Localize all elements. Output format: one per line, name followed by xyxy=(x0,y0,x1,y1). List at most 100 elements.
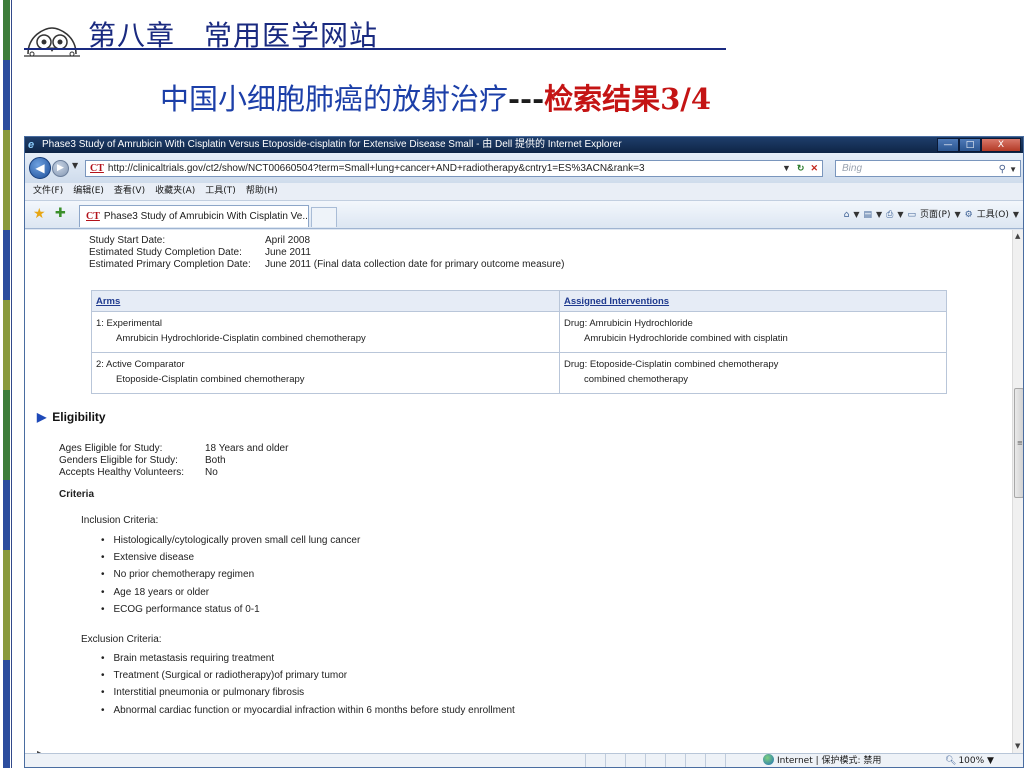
strip-block xyxy=(3,480,10,550)
status-sep xyxy=(625,754,645,767)
tools-dropdown-icon[interactable]: ▼ xyxy=(1013,207,1019,223)
date-value: June 2011 (Final data collection date fo… xyxy=(265,259,565,270)
date-row: Study Start Date: April 2008 xyxy=(89,235,564,247)
arm-detail: Etoposide-Cisplatin combined chemotherap… xyxy=(116,374,305,385)
status-sep xyxy=(725,754,745,767)
eligibility-value: 18 Years and older xyxy=(205,443,289,454)
chapter-underline xyxy=(24,48,726,50)
interventions-header-link[interactable]: Assigned Interventions xyxy=(564,296,669,307)
search-icon[interactable]: ⚲ xyxy=(999,162,1006,177)
search-input[interactable]: Bing ⚲ ▼ xyxy=(835,160,1021,177)
menu-edit[interactable]: 编辑(E) xyxy=(73,183,104,200)
list-item: ECOG performance status of 0-1 xyxy=(101,601,360,618)
eligibility-label: Accepts Healthy Volunteers: xyxy=(59,467,185,478)
window-title: Phase3 Study of Amrubicin With Cisplatin… xyxy=(42,139,622,150)
ie-logo-icon: e xyxy=(28,139,35,151)
history-dropdown-icon[interactable]: ▼ xyxy=(72,161,78,170)
add-favorite-icon[interactable]: ✚ xyxy=(55,206,66,222)
menu-bar: 文件(F) 编辑(E) 查看(V) 收藏夹(A) 工具(T) 帮助(H) xyxy=(25,183,1023,201)
menu-view[interactable]: 查看(V) xyxy=(114,183,145,200)
criteria-label: Criteria xyxy=(59,489,95,500)
list-item: No prior chemotherapy regimen xyxy=(101,566,360,583)
print-dropdown-icon[interactable]: ▼ xyxy=(897,207,903,223)
feeds-icon[interactable]: ▤ xyxy=(864,207,873,223)
intervention-detail: combined chemotherapy xyxy=(584,374,689,385)
status-sep xyxy=(645,754,665,767)
ct-favicon: CT xyxy=(86,211,100,222)
slide-subtitle: 中国小细胞肺癌的放射治疗---检索结果3/4 xyxy=(160,76,711,118)
new-tab-button[interactable] xyxy=(311,207,337,227)
url-dropdown-icon[interactable]: ▼ xyxy=(782,161,791,176)
inclusion-list: Histologically/cytologically proven smal… xyxy=(101,532,361,618)
grip-icon: ≡ xyxy=(1017,439,1023,447)
eligibility-row: Genders Eligible for Study: Both xyxy=(59,455,288,467)
list-item: Abnormal cardiac function or myocardial … xyxy=(101,702,515,719)
date-value: June 2011 xyxy=(265,247,311,258)
menu-tools[interactable]: 工具(T) xyxy=(205,183,236,200)
date-label: Estimated Study Completion Date: xyxy=(89,247,242,258)
search-dropdown-icon[interactable]: ▼ xyxy=(1009,162,1017,177)
strip-block xyxy=(3,390,10,480)
menu-help[interactable]: 帮助(H) xyxy=(246,183,278,200)
url-input[interactable]: CT http://clinicaltrials.gov/ct2/show/NCT… xyxy=(85,160,823,177)
close-button[interactable]: X xyxy=(981,138,1021,152)
page-dropdown-icon[interactable]: ▼ xyxy=(955,207,961,223)
date-value: April 2008 xyxy=(265,235,311,246)
arms-table: Arms Assigned Interventions 1: Experimen… xyxy=(91,290,947,394)
command-bar: ⌂ ▼ ▤ ▼ ⎙ ▼ ▭ 页面(P) ▼ ⚙ 工具(O) ▼ xyxy=(844,207,1019,223)
security-zone[interactable]: Internet | 保护模式: 禁用 xyxy=(763,754,881,767)
intervention-name: Drug: Amrubicin Hydrochloride xyxy=(564,318,693,329)
feeds-dropdown-icon[interactable]: ▼ xyxy=(876,207,882,223)
page-content: Study Start Date: April 2008 Estimated St… xyxy=(25,230,1012,753)
window-controls: — □ X xyxy=(937,138,1021,152)
status-sep xyxy=(585,754,605,767)
vertical-scrollbar[interactable]: ▲ ≡ ▼ xyxy=(1012,230,1023,753)
subtitle-main: 中国小细胞肺癌的放射治疗 xyxy=(160,82,509,116)
arm-name: 1: Experimental xyxy=(96,318,163,329)
minimize-button[interactable]: — xyxy=(937,138,959,152)
address-bar: ◀ ▶ ▼ CT http://clinicaltrials.gov/ct2/sh… xyxy=(25,153,1023,183)
refresh-icon[interactable]: ↻ xyxy=(797,161,805,176)
status-sep xyxy=(605,754,625,767)
intervention-name: Drug: Etoposide-Cisplatin combined chemo… xyxy=(564,359,779,370)
arms-header-link[interactable]: Arms xyxy=(96,296,120,307)
tools-menu[interactable]: 工具(O) xyxy=(977,207,1009,223)
eligibility-label: Ages Eligible for Study: xyxy=(59,443,163,454)
date-label: Estimated Primary Completion Date: xyxy=(89,259,251,270)
favorites-star-icon[interactable]: ★ xyxy=(33,206,46,222)
stop-icon[interactable]: ✕ xyxy=(810,161,818,176)
window-titlebar[interactable]: e Phase3 Study of Amrubicin With Cisplat… xyxy=(25,137,1023,153)
eligibility-row: Ages Eligible for Study: 18 Years and old… xyxy=(59,443,288,455)
print-icon[interactable]: ⎙ xyxy=(886,207,893,223)
scroll-thumb[interactable]: ≡ xyxy=(1014,388,1023,498)
eligibility-value: Both xyxy=(205,455,226,466)
arm-cell: 2: Active Comparator Etoposide-Cisplatin … xyxy=(91,352,560,394)
exclusion-list: Brain metastasis requiring treatment Tre… xyxy=(101,650,515,719)
home-icon[interactable]: ⌂ xyxy=(844,207,850,223)
status-bar: Internet | 保护模式: 禁用 🔍︎ 100% ▼ xyxy=(25,753,1023,767)
scroll-up-icon[interactable]: ▲ xyxy=(1015,232,1020,240)
strip-block xyxy=(3,130,10,230)
back-button[interactable]: ◀ xyxy=(29,157,51,179)
strip-divider xyxy=(11,0,12,768)
strip-block xyxy=(3,230,10,300)
eligibility-row: Accepts Healthy Volunteers: No xyxy=(59,467,288,479)
intervention-cell: Drug: Amrubicin Hydrochloride Amrubicin H… xyxy=(559,311,947,353)
scroll-down-icon[interactable]: ▼ xyxy=(1015,742,1020,750)
menu-file[interactable]: 文件(F) xyxy=(33,183,63,200)
date-row: Estimated Study Completion Date: June 201… xyxy=(89,247,564,259)
zoom-dropdown-icon[interactable]: ▼ xyxy=(987,756,994,766)
interventions-header: Assigned Interventions xyxy=(559,290,947,312)
forward-button[interactable]: ▶ xyxy=(52,160,69,177)
strip-block xyxy=(3,660,10,768)
arm-cell: 1: Experimental Amrubicin Hydrochloride-C… xyxy=(91,311,560,353)
home-dropdown-icon[interactable]: ▼ xyxy=(853,207,859,223)
zoom-level[interactable]: 🔍︎ 100% ▼ xyxy=(945,754,994,767)
arms-header: Arms xyxy=(91,290,560,312)
menu-favorites[interactable]: 收藏夹(A) xyxy=(155,183,195,200)
maximize-button[interactable]: □ xyxy=(959,138,981,152)
page-menu[interactable]: 页面(P) xyxy=(920,207,950,223)
eligibility-value: No xyxy=(205,467,218,478)
eligibility-heading[interactable]: ▶ Eligibility xyxy=(37,410,106,424)
tab-current-page[interactable]: CT Phase3 Study of Amrubicin With Cisplat… xyxy=(79,205,309,227)
